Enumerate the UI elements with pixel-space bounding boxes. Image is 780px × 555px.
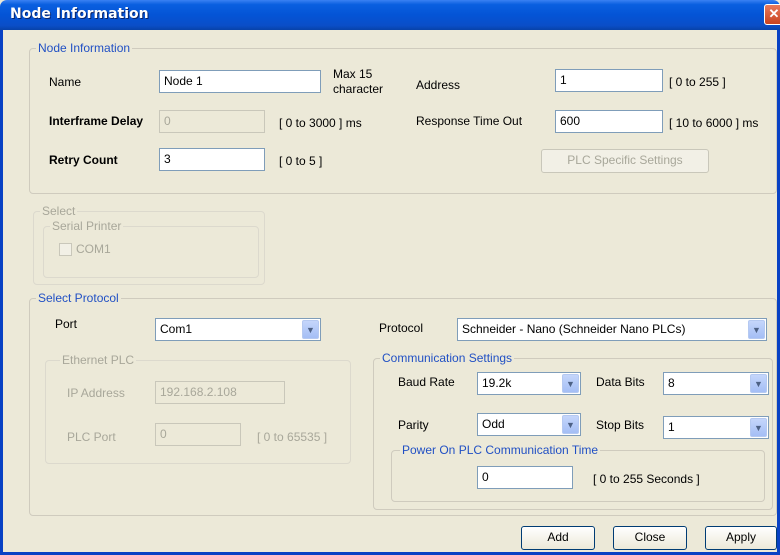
interframe-delay-hint: [ 0 to 3000 ] ms <box>279 116 362 130</box>
power-on-time-group: Power On PLC Communication Time <box>391 443 765 502</box>
add-button[interactable]: Add <box>521 526 595 550</box>
com1-label: COM1 <box>76 242 111 256</box>
data-bits-select[interactable]: 8 ▼ <box>663 372 769 395</box>
plc-port-label: PLC Port <box>67 430 116 444</box>
baud-rate-value: 19.2k <box>482 376 512 390</box>
address-input[interactable]: 1 <box>555 69 663 92</box>
parity-select[interactable]: Odd ▼ <box>477 413 581 436</box>
chevron-down-icon[interactable]: ▼ <box>302 320 319 339</box>
ip-address-label: IP Address <box>67 386 125 400</box>
baud-rate-select[interactable]: 19.2k ▼ <box>477 372 581 395</box>
chevron-down-icon[interactable]: ▼ <box>750 418 767 437</box>
name-input[interactable]: Node 1 <box>159 70 321 93</box>
serial-printer-legend: Serial Printer <box>50 219 124 233</box>
dialog-body: Node Information Name Node 1 Max 15 char… <box>0 30 780 555</box>
protocol-label: Protocol <box>379 321 424 335</box>
baud-rate-label: Baud Rate <box>398 375 455 389</box>
select-legend: Select <box>40 204 78 218</box>
chevron-down-icon[interactable]: ▼ <box>748 320 765 339</box>
communication-settings-legend: Communication Settings <box>380 351 515 365</box>
address-label: Address <box>416 78 461 92</box>
protocol-select[interactable]: Schneider - Nano (Schneider Nano PLCs) ▼ <box>457 318 767 341</box>
data-bits-label: Data Bits <box>596 375 645 389</box>
retry-count-label: Retry Count <box>49 153 118 167</box>
port-value: Com1 <box>160 322 193 336</box>
title-bar: Node Information ✕ <box>0 0 780 30</box>
protocol-value: Schneider - Nano (Schneider Nano PLCs) <box>462 322 686 336</box>
apply-button[interactable]: Apply <box>705 526 777 550</box>
close-icon[interactable]: ✕ <box>764 4 780 25</box>
parity-label: Parity <box>398 418 429 432</box>
stop-bits-label: Stop Bits <box>596 418 645 432</box>
stop-bits-value: 1 <box>668 420 675 434</box>
port-label: Port <box>55 317 78 331</box>
close-button[interactable]: Close <box>613 526 687 550</box>
data-bits-value: 8 <box>668 376 675 390</box>
ethernet-plc-group: Ethernet PLC <box>45 353 351 464</box>
response-timeout-hint: [ 10 to 6000 ] ms <box>669 116 759 130</box>
retry-count-hint: [ 0 to 5 ] <box>279 154 323 168</box>
select-protocol-legend: Select Protocol <box>36 291 121 305</box>
retry-count-input[interactable]: 3 <box>159 148 265 171</box>
node-information-legend: Node Information <box>36 41 133 55</box>
plc-port-hint: [ 0 to 65535 ] <box>257 430 328 444</box>
name-label: Name <box>49 75 82 89</box>
window-title: Node Information <box>10 6 149 22</box>
interframe-delay-input: 0 <box>159 110 265 133</box>
interframe-delay-label: Interframe Delay <box>49 114 144 128</box>
name-hint-line1: Max 15 <box>333 67 373 81</box>
chevron-down-icon[interactable]: ▼ <box>562 374 579 393</box>
plc-specific-settings-button: PLC Specific Settings <box>541 149 709 173</box>
power-on-time-legend: Power On PLC Communication Time <box>400 443 601 457</box>
power-on-time-input[interactable]: 0 <box>477 466 573 489</box>
response-timeout-input[interactable]: 600 <box>555 110 663 133</box>
name-hint-line2: character <box>333 82 384 96</box>
power-on-time-hint: [ 0 to 255 Seconds ] <box>593 472 700 486</box>
chevron-down-icon[interactable]: ▼ <box>750 374 767 393</box>
ip-address-input: 192.168.2.108 <box>155 381 285 404</box>
chevron-down-icon[interactable]: ▼ <box>562 415 579 434</box>
plc-port-input: 0 <box>155 423 241 446</box>
ethernet-plc-legend: Ethernet PLC <box>60 353 137 367</box>
address-hint: [ 0 to 255 ] <box>669 75 726 89</box>
parity-value: Odd <box>482 417 505 431</box>
response-timeout-label: Response Time Out <box>416 114 523 128</box>
port-select[interactable]: Com1 ▼ <box>155 318 321 341</box>
com1-checkbox <box>59 243 72 256</box>
stop-bits-select[interactable]: 1 ▼ <box>663 416 769 439</box>
